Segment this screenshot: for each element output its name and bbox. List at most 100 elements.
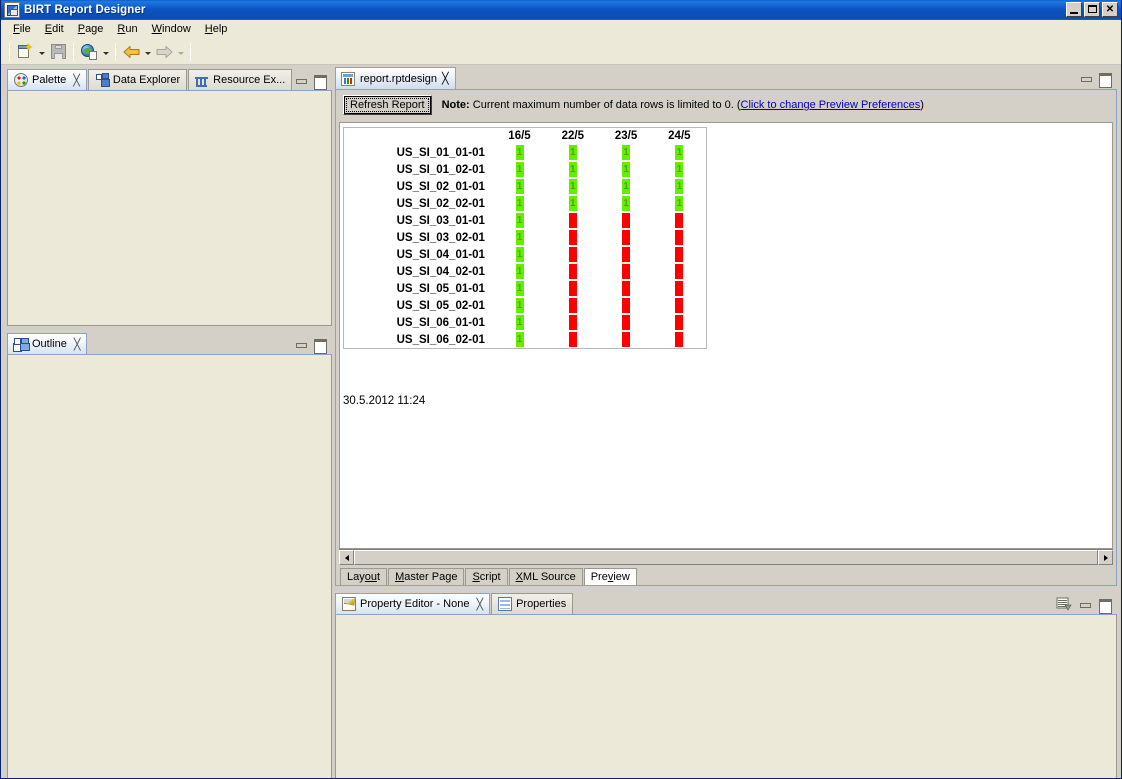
- menu-bar: File Edit Page Run Window Help: [1, 20, 1121, 39]
- new-report-dropdown-arrow-icon[interactable]: [36, 41, 47, 63]
- report-header-row: 16/5 22/5 23/5 24/5: [344, 128, 706, 144]
- tab-report-label: report.rptdesign: [360, 72, 438, 85]
- report-table-container: 16/5 22/5 23/5 24/5 US_SI_01_01-01 1 1 1 1 US…: [343, 127, 707, 349]
- status-ok-swatch: 1: [515, 162, 524, 177]
- report-status-cell: 0: [653, 297, 706, 314]
- preview-button[interactable]: [78, 41, 100, 63]
- maximize-icon[interactable]: [1098, 598, 1112, 614]
- menu-item-edit[interactable]: Edit: [38, 21, 71, 38]
- report-row-label: US_SI_02_02-01: [396, 197, 485, 210]
- minimize-button[interactable]: [1066, 2, 1082, 17]
- tab-outline[interactable]: Outline ╳: [7, 333, 88, 354]
- editor-frame: Refresh Report Note: Current maximum num…: [335, 89, 1117, 586]
- new-report-button[interactable]: ✦: [14, 41, 36, 63]
- menu-item-page[interactable]: Page: [71, 21, 111, 38]
- title-bar: BIRT Report Designer ✕: [1, 0, 1121, 20]
- back-dropdown-arrow-icon[interactable]: [142, 41, 153, 63]
- menu-window-rest: indow: [162, 22, 191, 35]
- report-row-label: US_SI_05_02-01: [396, 299, 485, 312]
- minimize-icon[interactable]: [294, 338, 308, 351]
- tab-data-explorer-label: Data Explorer: [112, 74, 181, 86]
- tab-resource-explorer[interactable]: Resource Ex...: [188, 69, 293, 90]
- property-view-body[interactable]: [335, 614, 1117, 778]
- birt-app-icon: [4, 2, 20, 18]
- tab-xml-source[interactable]: XML Source: [508, 568, 583, 585]
- report-table-body: US_SI_01_01-01 1 1 1 1 US_SI_01_02-01 1 1 1 1 US_S…: [344, 144, 706, 348]
- view-menu-icon[interactable]: [1056, 597, 1072, 611]
- tab-palette[interactable]: Palette ╳: [7, 69, 87, 90]
- status-ok-swatch: 1: [515, 298, 524, 313]
- tab-preview-label: Preview: [590, 571, 630, 583]
- scroll-right-icon[interactable]: [1098, 550, 1113, 565]
- status-ok-swatch: 1: [622, 145, 631, 160]
- preview-preferences-link[interactable]: Click to change Preview Preferences: [741, 99, 921, 111]
- workbench: Palette ╳ Data Explorer Resource Ex... O…: [1, 65, 1121, 778]
- refresh-report-button[interactable]: Refresh Report: [343, 95, 432, 115]
- preview-toolstrip: Refresh Report Note: Current maximum num…: [336, 90, 1116, 120]
- report-preview-canvas[interactable]: 16/5 22/5 23/5 24/5 US_SI_01_01-01 1 1 1 1 US…: [339, 122, 1113, 549]
- status-ok-swatch: 1: [568, 145, 577, 160]
- status-fail-swatch: 0: [622, 247, 631, 262]
- save-button[interactable]: [47, 41, 69, 63]
- back-arrow-icon: [123, 45, 140, 59]
- editor-horizontal-scrollbar[interactable]: [339, 549, 1113, 565]
- tab-preview[interactable]: Preview: [583, 568, 637, 585]
- close-icon[interactable]: ╳: [74, 338, 81, 351]
- report-status-cell: 0: [599, 314, 652, 331]
- status-ok-swatch: 1: [675, 162, 684, 177]
- property-editor-icon: [342, 597, 356, 611]
- status-ok-swatch: 1: [515, 281, 524, 296]
- status-fail-swatch: 0: [675, 264, 684, 279]
- property-editor-view: Property Editor - None ╳ Properties: [335, 592, 1117, 778]
- scrollbar-track[interactable]: [354, 550, 1098, 565]
- report-col-header-3: 24/5: [668, 130, 691, 142]
- menu-item-help[interactable]: Help: [198, 21, 235, 38]
- tab-property-editor-label: Property Editor - None: [360, 598, 470, 610]
- scrollbar-thumb[interactable]: [354, 550, 1098, 565]
- tab-report-rptdesign[interactable]: report.rptdesign ╳: [335, 67, 456, 89]
- status-fail-swatch: 0: [622, 298, 631, 313]
- menu-file-rest: ile: [19, 22, 31, 35]
- editor-controls: [1079, 72, 1117, 89]
- tab-script[interactable]: Script: [465, 568, 508, 585]
- status-ok-swatch: 1: [622, 179, 631, 194]
- report-status-cell: 1: [599, 144, 652, 161]
- tab-master-page[interactable]: Master Page: [388, 568, 465, 585]
- close-button[interactable]: ✕: [1102, 2, 1118, 17]
- report-table-head: 16/5 22/5 23/5 24/5: [344, 128, 706, 144]
- minimize-icon[interactable]: [294, 74, 308, 87]
- minimize-icon[interactable]: [1078, 598, 1092, 611]
- maximize-button[interactable]: [1084, 2, 1100, 17]
- report-status-cell: 1: [493, 314, 546, 331]
- menu-item-run[interactable]: Run: [110, 21, 144, 38]
- report-row-label: US_SI_01_02-01: [396, 163, 485, 176]
- outline-icon: [14, 337, 29, 351]
- report-status-cell: 1: [546, 195, 599, 212]
- property-view-tabs: Property Editor - None ╳ Properties: [335, 592, 1117, 614]
- close-icon[interactable]: ╳: [73, 74, 80, 87]
- tab-data-explorer[interactable]: Data Explorer: [87, 69, 188, 90]
- minimize-icon[interactable]: [1079, 72, 1093, 85]
- back-button[interactable]: [120, 41, 142, 63]
- outline-view-body[interactable]: [7, 354, 332, 778]
- palette-view-body[interactable]: [7, 90, 332, 326]
- scroll-left-icon[interactable]: [339, 550, 354, 565]
- status-ok-swatch: 1: [515, 315, 524, 330]
- tab-properties[interactable]: Properties: [491, 593, 574, 614]
- preview-dropdown-arrow-icon[interactable]: [100, 41, 111, 63]
- tab-master-page-label: Master Page: [395, 571, 458, 583]
- close-icon[interactable]: ╳: [476, 598, 483, 611]
- status-ok-swatch: 1: [568, 179, 577, 194]
- maximize-icon[interactable]: [313, 74, 327, 90]
- close-icon: ✕: [1105, 4, 1115, 15]
- close-icon[interactable]: ╳: [442, 72, 449, 85]
- property-editor-content: [336, 615, 1116, 778]
- status-ok-swatch: 1: [675, 196, 684, 211]
- maximize-icon[interactable]: [313, 338, 327, 354]
- tab-property-editor[interactable]: Property Editor - None ╳: [335, 593, 491, 614]
- menu-item-file[interactable]: File: [6, 21, 38, 38]
- tab-layout[interactable]: Layout: [340, 568, 388, 585]
- status-fail-swatch: 0: [675, 332, 684, 347]
- menu-item-window[interactable]: Window: [145, 21, 198, 38]
- maximize-icon[interactable]: [1098, 72, 1112, 88]
